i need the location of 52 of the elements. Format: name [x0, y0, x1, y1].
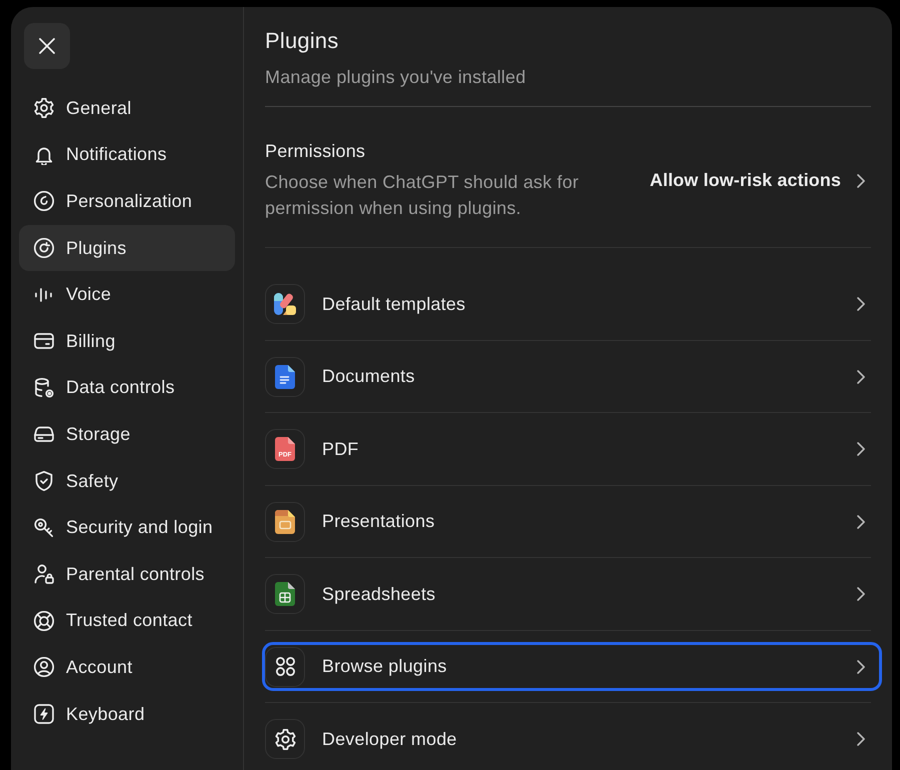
- sidebar-item[interactable]: Safety: [19, 458, 235, 504]
- document-icon: [265, 356, 305, 396]
- sidebar-item[interactable]: Data controls: [19, 364, 235, 412]
- sidebar-item[interactable]: Plugins: [19, 224, 235, 272]
- panel-title: Plugins: [265, 28, 340, 54]
- lightning-square-icon: [34, 704, 54, 724]
- shield-check-icon: [34, 471, 54, 492]
- gear-icon: [265, 719, 305, 759]
- sidebar-item[interactable]: Trusted contact: [19, 598, 235, 644]
- sidebar-item[interactable]: Parental controls: [19, 550, 235, 598]
- sidebar-item[interactable]: Storage: [19, 411, 235, 458]
- plugin-item[interactable]: Developer mode: [262, 714, 882, 764]
- credit-card-icon: [34, 331, 54, 352]
- chevron-right-icon: [857, 514, 865, 528]
- presentation-file-icon: [265, 502, 305, 542]
- sidebar-item[interactable]: General: [19, 85, 235, 132]
- section-description: Choose when ChatGPT should ask for permission when using plugins.: [265, 171, 580, 220]
- plugin-item[interactable]: Spreadsheets: [262, 570, 882, 618]
- chevron-right-icon: [857, 174, 865, 188]
- section-title: Permissions: [265, 140, 366, 162]
- chevron-right-icon: [857, 660, 865, 674]
- sidebar-item[interactable]: Billing: [19, 318, 235, 365]
- person-lock-icon: [34, 564, 54, 584]
- plugin-item[interactable]: Documents: [262, 352, 882, 401]
- plugin-item[interactable]: Presentations: [262, 497, 882, 546]
- close-button[interactable]: [24, 23, 70, 69]
- swatches-icon: [265, 284, 305, 324]
- sidebar-item[interactable]: Keyboard: [19, 690, 235, 738]
- panel-subtitle: Manage plugins you've installed: [265, 66, 527, 89]
- plugin-item[interactable]: Browse plugins: [262, 642, 882, 691]
- chevron-right-icon: [857, 442, 865, 456]
- spreadsheet-file-icon: [265, 574, 305, 614]
- chevron-right-icon: [857, 732, 865, 746]
- sidebar-item[interactable]: Personalization: [19, 178, 235, 225]
- database-gear-icon: [34, 378, 54, 398]
- four-circles-icon: [265, 646, 305, 686]
- chevron-right-icon: [857, 297, 865, 311]
- permission-setting-button[interactable]: Allow low-risk actions: [650, 170, 871, 191]
- lifebuoy-icon: [34, 610, 54, 631]
- plugin-item[interactable]: Default templates: [262, 280, 882, 328]
- sidebar-item[interactable]: Voice: [19, 271, 235, 318]
- gear-icon: [34, 98, 54, 118]
- circle-arrow-icon: [34, 238, 54, 258]
- bell-icon: [34, 144, 54, 165]
- sidebar-item[interactable]: Notifications: [19, 132, 235, 178]
- sidebar-item[interactable]: Security and login: [19, 504, 235, 551]
- chevron-right-icon: [857, 370, 865, 384]
- drive-icon: [34, 424, 54, 444]
- key-icon: [34, 518, 54, 538]
- sidebar-item[interactable]: Account: [19, 644, 235, 691]
- close-icon: [39, 38, 55, 54]
- chevron-right-icon: [857, 587, 865, 601]
